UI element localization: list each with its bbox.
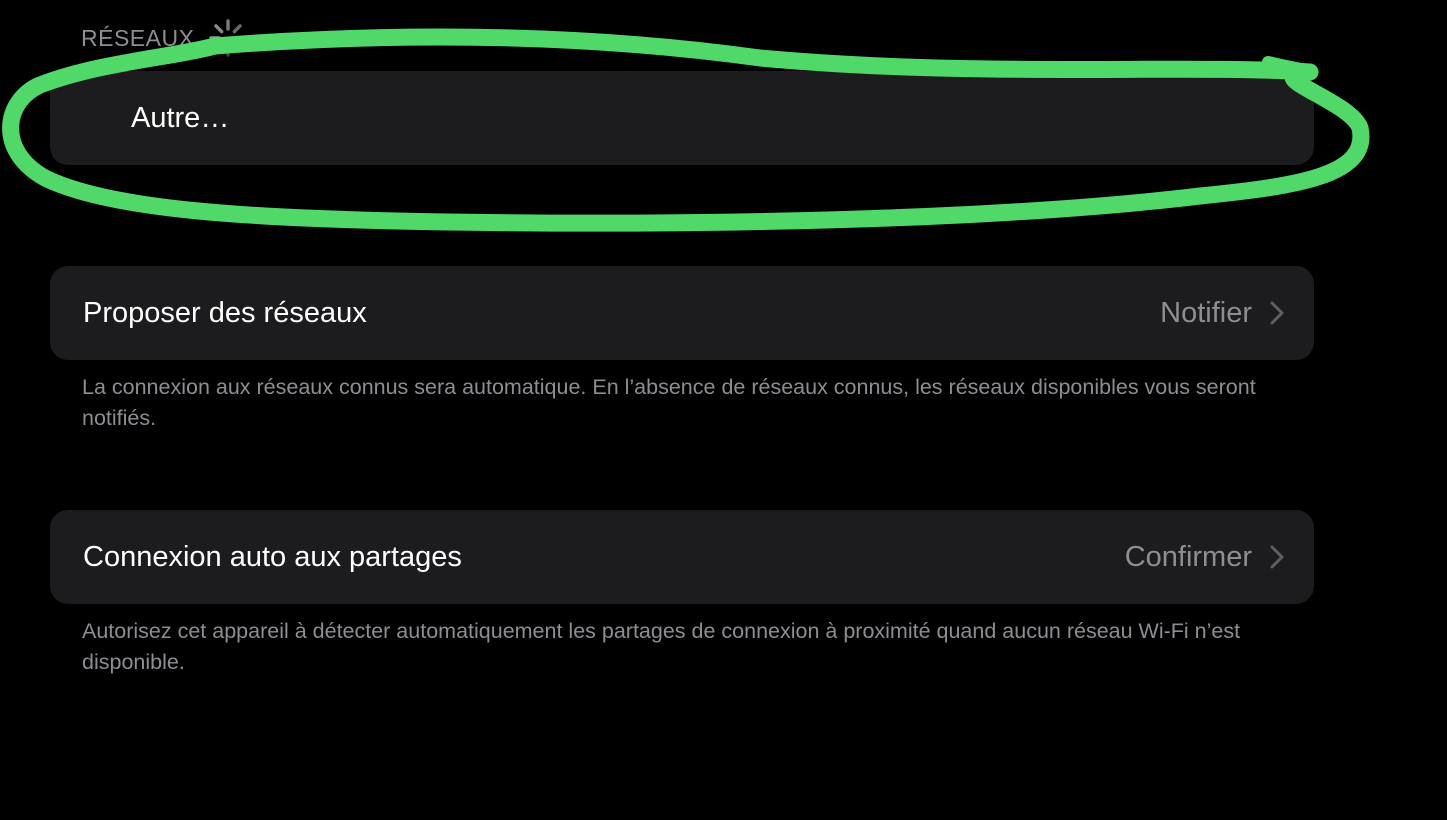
ask-to-join-value: Notifier	[1160, 296, 1252, 329]
networks-section-title: RÉSEAUX	[81, 24, 195, 51]
networks-section-header: RÉSEAUX	[81, 19, 248, 57]
ask-to-join-networks-row[interactable]: Proposer des réseaux Notifier	[50, 266, 1314, 360]
ask-to-join-value-group: Notifier	[1160, 297, 1284, 330]
auto-join-hotspot-value-group: Confirmer	[1125, 541, 1284, 574]
activity-spinner-icon	[209, 19, 248, 57]
other-network-button[interactable]: Autre…	[50, 71, 1314, 165]
auto-join-hotspot-footnote: Autorisez cet appareil à détecter automa…	[82, 619, 1241, 674]
other-network-label: Autre…	[131, 101, 230, 134]
chevron-right-icon	[1270, 545, 1284, 569]
chevron-right-icon	[1270, 301, 1284, 325]
ask-to-join-footnote: La connexion aux réseaux connus sera aut…	[82, 375, 1256, 430]
ask-to-join-label: Proposer des réseaux	[83, 296, 367, 329]
auto-join-hotspot-row[interactable]: Connexion auto aux partages Confirmer	[50, 510, 1314, 604]
auto-join-hotspot-value: Confirmer	[1124, 540, 1252, 573]
auto-join-hotspot-label: Connexion auto aux partages	[83, 540, 462, 573]
